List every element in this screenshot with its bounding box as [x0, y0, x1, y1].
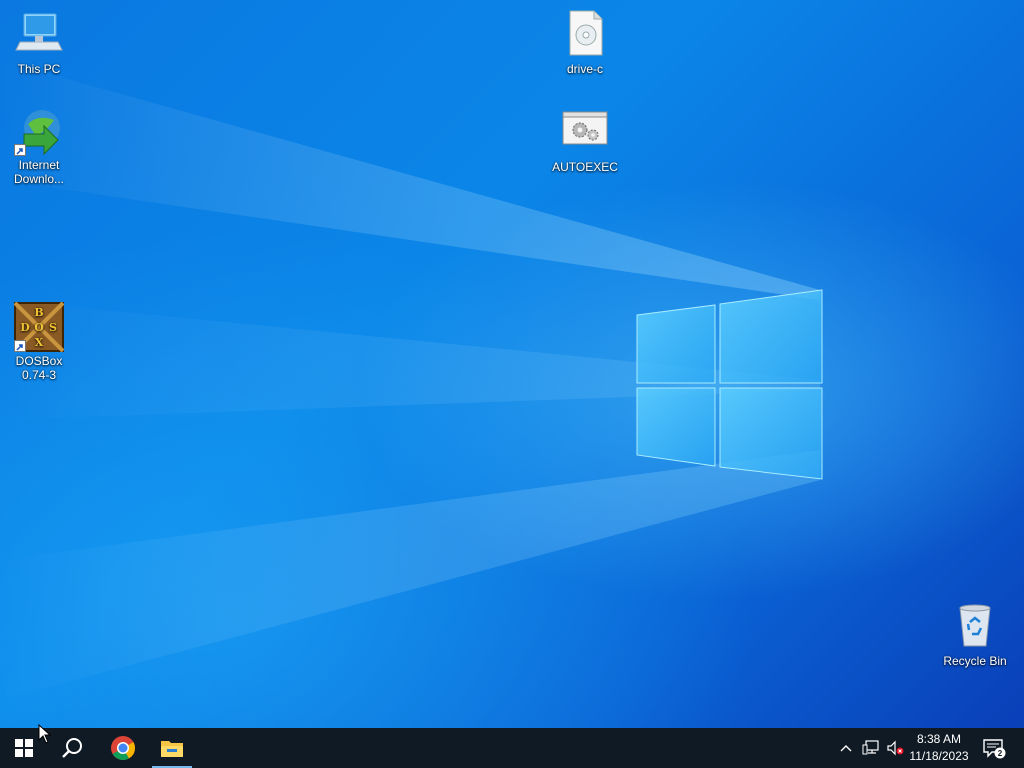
config-settings-file-icon	[560, 108, 610, 158]
desktop-icon-label: AUTOEXEC	[552, 160, 618, 174]
shortcut-arrow-icon	[14, 340, 26, 352]
desktop-icon-label: This PC	[17, 62, 61, 76]
desktop-wallpaper[interactable]	[0, 0, 1024, 728]
computer-icon	[14, 10, 64, 60]
desktop-icon-label: Recycle Bin	[943, 654, 1007, 668]
chrome-taskbar-button[interactable]	[99, 728, 147, 768]
desktop-icon-recycle-bin[interactable]: Recycle Bin	[938, 602, 1012, 668]
file-explorer-icon	[161, 741, 183, 757]
notification-icon: 2	[983, 739, 1006, 759]
desktop-icon-this-pc[interactable]: This PC	[2, 10, 76, 76]
desktop-icon-label: drive-c	[566, 62, 603, 76]
disc-image-file-icon	[560, 10, 610, 60]
desktop-icon-label: Internet Downlo...	[13, 158, 65, 186]
recycle-bin-icon	[950, 602, 1000, 652]
desktop-icon-internet-download-manager[interactable]: Internet Downlo...	[2, 106, 76, 186]
volume-tray-button[interactable]	[884, 728, 906, 768]
dosbox-logo-letter-d: D	[20, 321, 30, 334]
clock-time: 8:38 AM	[916, 732, 962, 746]
desktop-icon-autoexec[interactable]: AUTOEXEC	[548, 108, 622, 174]
network-icon	[862, 740, 879, 755]
clock-date: 11/18/2023	[909, 749, 969, 763]
dosbox-icon: B D O S X	[13, 301, 65, 353]
search-icon	[62, 738, 82, 758]
dosbox-logo-letter-o: O	[34, 321, 44, 334]
desktop-icon-dosbox[interactable]: B D O S X DOSBox 0.74-3	[2, 301, 76, 382]
notification-count-badge: 2	[998, 749, 1003, 758]
show-hidden-icons-button[interactable]	[836, 728, 856, 768]
chevron-up-icon	[840, 745, 852, 752]
mouse-cursor-icon	[38, 724, 52, 744]
dosbox-logo-letter-b: B	[34, 306, 43, 319]
start-icon	[15, 739, 33, 757]
dosbox-logo-letter-x: X	[35, 336, 44, 349]
taskbar-clock[interactable]: 8:38 AM 11/18/2023	[904, 728, 974, 768]
network-tray-button[interactable]	[860, 728, 882, 768]
file-explorer-taskbar-button[interactable]	[148, 728, 196, 768]
desktop-icon-drive-c[interactable]: drive-c	[548, 10, 622, 76]
search-button[interactable]	[48, 728, 96, 768]
internet-download-manager-icon	[14, 106, 64, 156]
desktop-icon-label: DOSBox 0.74-3	[15, 354, 63, 382]
shortcut-arrow-icon	[14, 144, 26, 156]
taskbar	[0, 728, 1024, 768]
windows-logo-wallpaper	[636, 289, 823, 480]
dosbox-logo-letter-s: S	[49, 321, 57, 334]
volume-muted-icon	[887, 740, 904, 756]
wallpaper-light-beams	[0, 60, 820, 700]
chrome-icon	[111, 736, 135, 761]
action-center-button[interactable]: 2	[978, 728, 1010, 768]
